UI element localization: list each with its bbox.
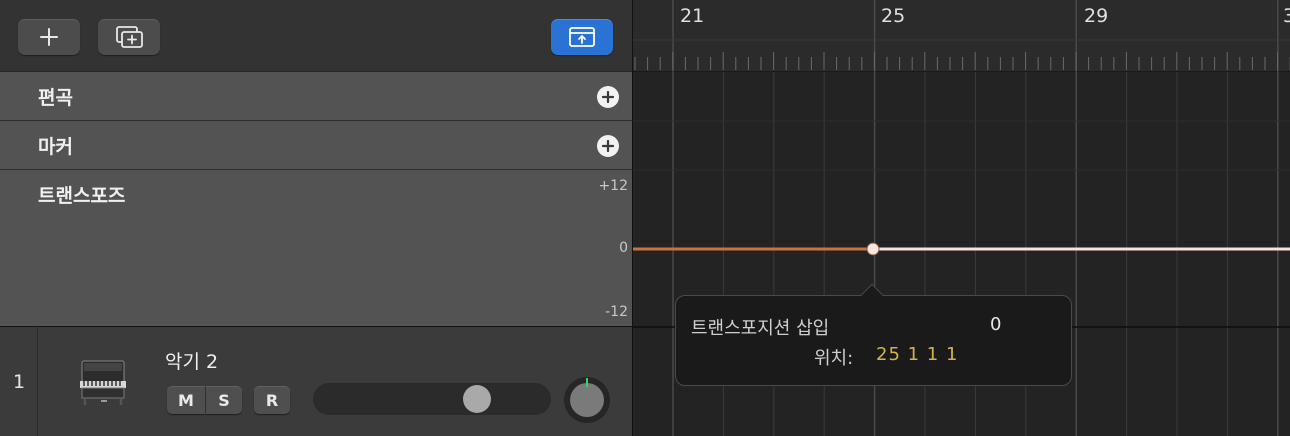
ruler-ticks xyxy=(633,39,1290,70)
global-track-label: 편곡 xyxy=(38,87,73,109)
track-header-panel: 편곡 마커 트랜스포즈 +12 0 -12 1 악기 2 M S R xyxy=(0,0,632,436)
piano-icon xyxy=(80,360,126,405)
track-header[interactable]: 1 악기 2 M S R xyxy=(0,327,632,436)
track-name[interactable]: 악기 2 xyxy=(165,347,218,374)
transpose-scale-max: +12 xyxy=(598,178,628,194)
global-track-add-icon xyxy=(116,26,143,48)
global-track-arrangement[interactable]: 편곡 xyxy=(0,72,632,121)
volume-slider-handle[interactable] xyxy=(463,385,492,413)
pan-indicator xyxy=(586,378,588,387)
plus-circle-icon xyxy=(602,91,614,103)
global-track-label: 마커 xyxy=(38,136,73,158)
transposition-point[interactable] xyxy=(866,242,880,256)
transpose-scale-min: -12 xyxy=(605,304,628,320)
track-number-column: 1 xyxy=(0,327,38,436)
tooltip-title: 트랜스포지션 삽입 xyxy=(691,318,830,339)
add-marker-button[interactable] xyxy=(597,135,619,157)
mute-button[interactable]: M xyxy=(167,386,205,414)
add-global-track-button[interactable] xyxy=(98,19,160,55)
transpose-scale-zero: 0 xyxy=(619,240,628,256)
solo-button[interactable]: S xyxy=(206,386,242,414)
pan-knob-face xyxy=(570,383,604,417)
add-arrangement-button[interactable] xyxy=(597,86,619,108)
tooltip-position-value: 25 1 1 1 xyxy=(876,344,959,365)
track-header-toolbar xyxy=(0,0,632,72)
pan-knob[interactable] xyxy=(564,377,610,423)
tooltip-position-label: 위치: xyxy=(814,348,854,369)
plus-circle-icon xyxy=(602,140,614,152)
global-track-transpose[interactable]: 트랜스포즈 +12 0 -12 xyxy=(0,170,632,327)
volume-slider[interactable] xyxy=(313,383,551,415)
tooltip-value: 0 xyxy=(990,314,1002,335)
record-enable-button[interactable]: R xyxy=(254,386,290,414)
global-track-marker[interactable]: 마커 xyxy=(0,121,632,170)
add-track-button[interactable] xyxy=(18,19,80,55)
catch-playhead-icon xyxy=(569,27,595,47)
catch-playhead-button[interactable] xyxy=(551,19,613,55)
transposition-tooltip: 트랜스포지션 삽입 0 위치: 25 1 1 1 xyxy=(675,283,1072,386)
track-number: 1 xyxy=(13,371,26,393)
plus-icon xyxy=(40,28,58,46)
global-track-label: 트랜스포즈 xyxy=(38,185,126,207)
